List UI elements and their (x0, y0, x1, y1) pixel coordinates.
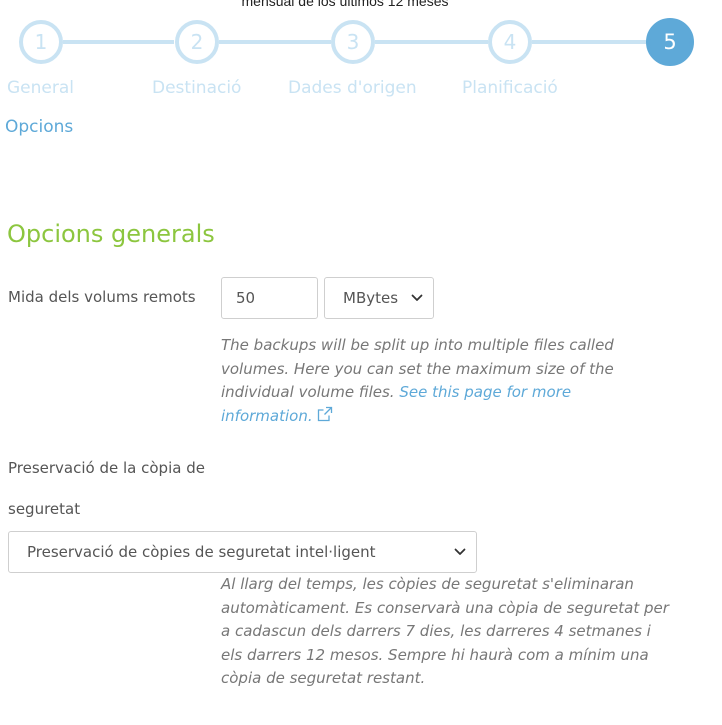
section-title: Opcions generals (7, 220, 215, 248)
step-4-label[interactable]: Planificació (462, 78, 558, 98)
volume-size-input[interactable] (221, 277, 318, 319)
step-1-number: 1 (34, 30, 48, 54)
volume-size-help: The backups will be split up into multip… (221, 334, 651, 428)
step-2-circle[interactable]: 2 (175, 20, 219, 64)
external-link-icon[interactable] (317, 406, 333, 422)
step-3-label[interactable]: Dades d'origen (288, 78, 417, 98)
volume-unit-select[interactable]: MBytes (324, 277, 434, 319)
retention-label-line1: Preservació de la còpia de (8, 459, 205, 477)
step-3-circle[interactable]: 3 (331, 20, 375, 64)
step-1-label[interactable]: General (7, 78, 74, 98)
step-4-number: 4 (503, 30, 517, 54)
chevron-down-icon (454, 548, 466, 555)
step-5-label[interactable]: Opcions (5, 117, 73, 137)
step-connector (532, 40, 646, 44)
step-5-circle[interactable]: 5 (646, 18, 694, 66)
chevron-down-icon (411, 294, 423, 301)
step-4-circle[interactable]: 4 (488, 20, 532, 64)
volume-unit-selected: MBytes (343, 289, 399, 307)
step-1-circle[interactable]: 1 (19, 20, 63, 64)
step-2-label[interactable]: Destinació (152, 78, 241, 98)
step-connector (219, 40, 331, 44)
volume-size-label: Mida dels volums remots (8, 288, 196, 306)
retention-label-line2: seguretat (8, 500, 81, 518)
step-connector (375, 40, 488, 44)
step-3-number: 3 (346, 30, 360, 54)
wizard-stepper: 1 2 3 4 5 General Destinació Dades d'ori… (0, 0, 722, 140)
step-connector (63, 40, 174, 44)
retention-selected: Preservació de còpies de seguretat intel… (27, 543, 376, 561)
retention-help: Al llarg del temps, les còpies de segure… (221, 575, 669, 687)
retention-select[interactable]: Preservació de còpies de seguretat intel… (8, 531, 477, 573)
step-2-number: 2 (190, 30, 204, 54)
step-5-number: 5 (663, 30, 677, 54)
